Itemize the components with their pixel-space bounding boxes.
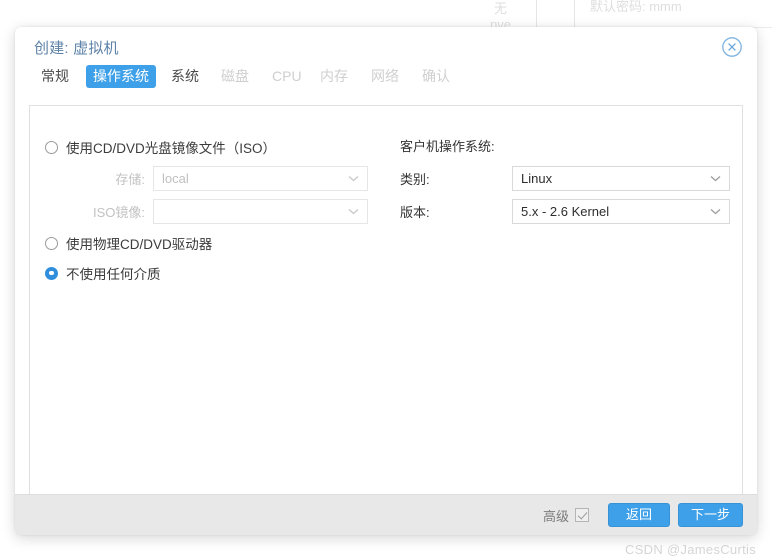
radio-option-physical-drive[interactable]: 使用物理CD/DVD驱动器 [45,232,400,254]
storage-select[interactable]: local [153,166,368,191]
radio-icon [45,236,58,250]
storage-field-row: 存储: local [45,166,400,191]
advanced-checkbox[interactable] [574,508,589,522]
background-column-divider [574,0,575,30]
chevron-down-icon [348,208,359,215]
close-circle-icon[interactable] [721,36,743,58]
os-category-label: 类别: [400,172,430,187]
dialog-content-panel: 使用CD/DVD光盘镜像文件（ISO） 存储: local ISO镜像: 使用物… [29,105,743,495]
tab-disk[interactable]: 磁盘 [214,65,256,88]
tab-confirm[interactable]: 确认 [415,65,457,88]
iso-image-label: ISO镜像: [92,205,145,220]
radio-option-iso-file[interactable]: 使用CD/DVD光盘镜像文件（ISO） [45,136,400,158]
dialog-tabs: 常规 操作系统 系统 磁盘 CPU 内存 网络 确认 [15,65,757,101]
advanced-checkbox-group[interactable]: 高级 [543,506,589,525]
watermark: CSDN @JamesCurtis [625,542,756,557]
background-cell-password: 默认密码: mmm [590,0,682,14]
screen: 无 默认密码: mmm pve 创建: 虚拟机 常规 操作系统 系统 磁盘 CP… [0,0,772,560]
storage-select-value: local [162,171,189,186]
os-version-label: 版本: [400,205,430,220]
guest-os-heading: 客户机操作系统: [400,139,495,154]
os-category-select-value: Linux [521,171,553,186]
chevron-down-icon [348,175,359,182]
background-column-divider [536,0,537,30]
chevron-down-icon [710,175,721,182]
advanced-label: 高级 [542,508,569,524]
radio-label: 不使用任何介质 [66,267,161,282]
create-vm-dialog: 创建: 虚拟机 常规 操作系统 系统 磁盘 CPU 内存 网络 确认 使用CD/… [15,27,757,535]
back-button[interactable]: 返回 [607,503,670,527]
storage-label: 存储: [115,172,145,187]
os-version-select[interactable]: 5.x - 2.6 Kernel [512,199,730,224]
background-cell-none: 无 [494,1,508,16]
chevron-down-icon [710,208,721,215]
radio-icon-selected [45,266,58,280]
guest-os-column: 客户机操作系统: 类别: Linux 版本: 5.x - 2.6 Kernel [400,136,730,232]
os-category-field-row: 类别: Linux [400,166,730,191]
iso-image-field-row: ISO镜像: [45,199,400,224]
tab-memory[interactable]: 内存 [313,65,355,88]
os-category-select[interactable]: Linux [512,166,730,191]
iso-image-select[interactable] [153,199,368,224]
dialog-footer: 高级 返回 下一步 [15,494,757,535]
radio-label: 使用物理CD/DVD驱动器 [66,237,213,252]
tab-os[interactable]: 操作系统 [86,65,156,88]
dialog-header: 创建: 虚拟机 [15,27,757,65]
radio-option-no-media[interactable]: 不使用任何介质 [45,262,400,284]
os-version-field-row: 版本: 5.x - 2.6 Kernel [400,199,730,224]
os-version-select-value: 5.x - 2.6 Kernel [521,204,610,219]
media-selection-column: 使用CD/DVD光盘镜像文件（ISO） 存储: local ISO镜像: 使用物… [45,136,400,292]
tab-cpu[interactable]: CPU [265,65,309,88]
tab-network[interactable]: 网络 [364,65,406,88]
radio-icon [45,140,58,154]
tab-system[interactable]: 系统 [164,65,206,88]
dialog-title: 创建: 虚拟机 [34,40,119,57]
tab-general[interactable]: 常规 [34,65,76,88]
next-button[interactable]: 下一步 [677,503,743,527]
radio-label: 使用CD/DVD光盘镜像文件（ISO） [66,141,277,156]
footer-controls: 高级 返回 下一步 [543,495,743,535]
